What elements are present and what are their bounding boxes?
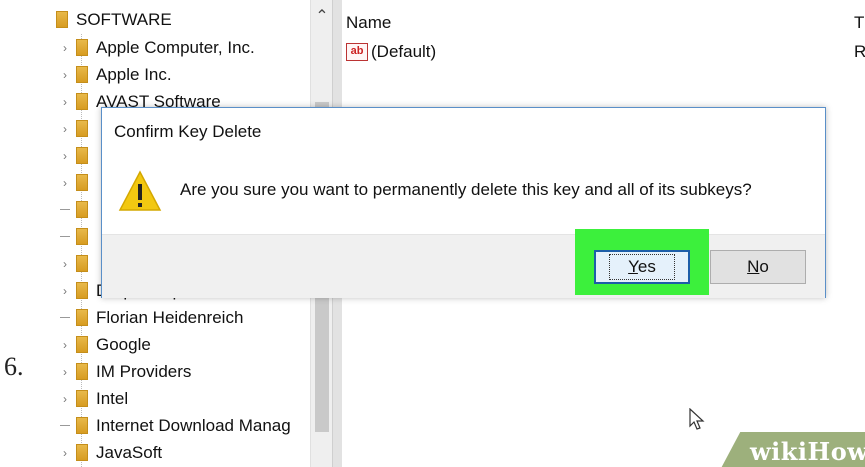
folder-icon: [76, 174, 88, 191]
chevron-right-icon[interactable]: ›: [56, 122, 74, 136]
tree-item-label: Internet Download Manag: [96, 415, 291, 435]
chevron-right-icon[interactable]: ›: [56, 68, 74, 82]
tree-item[interactable]: Florian Heidenreich: [42, 304, 310, 331]
regedit-screenshot: SOFTWARE › Apple Computer, Inc. › Apple Inc…: [42, 0, 865, 467]
chevron-right-icon[interactable]: ›: [56, 176, 74, 190]
tree-root-label: SOFTWARE: [76, 9, 172, 29]
dialog-title: Confirm Key Delete: [114, 122, 262, 141]
no-mnemonic: N: [747, 257, 760, 276]
folder-icon: [76, 201, 88, 218]
tree-root-software[interactable]: SOFTWARE: [42, 6, 310, 33]
tree-item[interactable]: › Apple Computer, Inc.: [42, 34, 310, 61]
column-header-name[interactable]: Name: [346, 13, 391, 33]
tree-connector: [56, 223, 74, 250]
step-number: 6.: [4, 352, 24, 381]
folder-icon: [76, 282, 88, 299]
chevron-right-icon[interactable]: ›: [56, 257, 74, 271]
folder-icon: [76, 39, 88, 56]
folder-icon: [76, 336, 88, 353]
no-label-rest: o: [759, 257, 769, 276]
tree-connector: [56, 196, 74, 223]
tree-item-label: Intel: [96, 388, 129, 408]
folder-icon: [76, 417, 88, 434]
chevron-up-icon[interactable]: ⌃: [311, 6, 333, 26]
folder-icon: [76, 444, 88, 461]
tree-item-label: Florian Heidenreich: [96, 307, 244, 327]
tree-item-label: JavaSoft: [96, 442, 163, 462]
tree-item[interactable]: › Apple Inc.: [42, 61, 310, 88]
value-row-default[interactable]: ab (Default): [346, 42, 436, 62]
folder-icon: [76, 363, 88, 380]
dialog-message: Are you sure you want to permanently del…: [180, 180, 752, 199]
tree-item-label: Google: [96, 334, 151, 354]
folder-icon: [76, 147, 88, 164]
warning-icon: [118, 170, 162, 211]
folder-icon: [76, 255, 88, 272]
value-type: R: [854, 42, 865, 61]
folder-icon: [56, 11, 68, 28]
value-name: (Default): [371, 42, 437, 61]
tree-item[interactable]: › Google: [42, 331, 310, 358]
folder-icon: [76, 120, 88, 137]
yes-button[interactable]: Yes: [594, 250, 690, 284]
chevron-right-icon[interactable]: ›: [56, 95, 74, 109]
yes-label-rest: es: [637, 257, 656, 276]
dialog-footer: Yes No: [102, 229, 825, 298]
chevron-right-icon[interactable]: ›: [56, 365, 74, 379]
yes-mnemonic: Y: [628, 257, 638, 276]
yes-button-label: Yes: [609, 254, 675, 280]
folder-icon: [76, 309, 88, 326]
no-button[interactable]: No: [710, 250, 806, 284]
chevron-right-icon[interactable]: ›: [56, 446, 74, 460]
tree-item[interactable]: › Intel: [42, 385, 310, 412]
tree-item-label: Apple Computer, Inc.: [96, 37, 255, 57]
folder-icon: [76, 390, 88, 407]
tree-item[interactable]: Internet Download Manag: [42, 412, 310, 439]
chevron-right-icon[interactable]: ›: [56, 284, 74, 298]
tree-connector: [56, 304, 74, 331]
chevron-right-icon[interactable]: ›: [56, 392, 74, 406]
ab-icon: ab: [346, 43, 368, 61]
chevron-right-icon[interactable]: ›: [56, 149, 74, 163]
chevron-right-icon[interactable]: ›: [56, 41, 74, 55]
folder-icon: [76, 228, 88, 245]
tree-item[interactable]: › IM Providers: [42, 358, 310, 385]
wikihow-watermark: wikiHow: [750, 437, 865, 466]
folder-icon: [76, 66, 88, 83]
column-header-type[interactable]: T: [854, 13, 864, 33]
tree-connector: [56, 412, 74, 439]
tree-item[interactable]: › JavaSoft: [42, 439, 310, 466]
chevron-right-icon[interactable]: ›: [56, 338, 74, 352]
tree-item-label: Apple Inc.: [96, 64, 172, 84]
mouse-cursor-icon: [689, 408, 705, 430]
folder-icon: [76, 93, 88, 110]
confirm-key-delete-dialog: Confirm Key Delete Are you sure you want…: [101, 107, 826, 298]
tree-item-label: IM Providers: [96, 361, 192, 381]
